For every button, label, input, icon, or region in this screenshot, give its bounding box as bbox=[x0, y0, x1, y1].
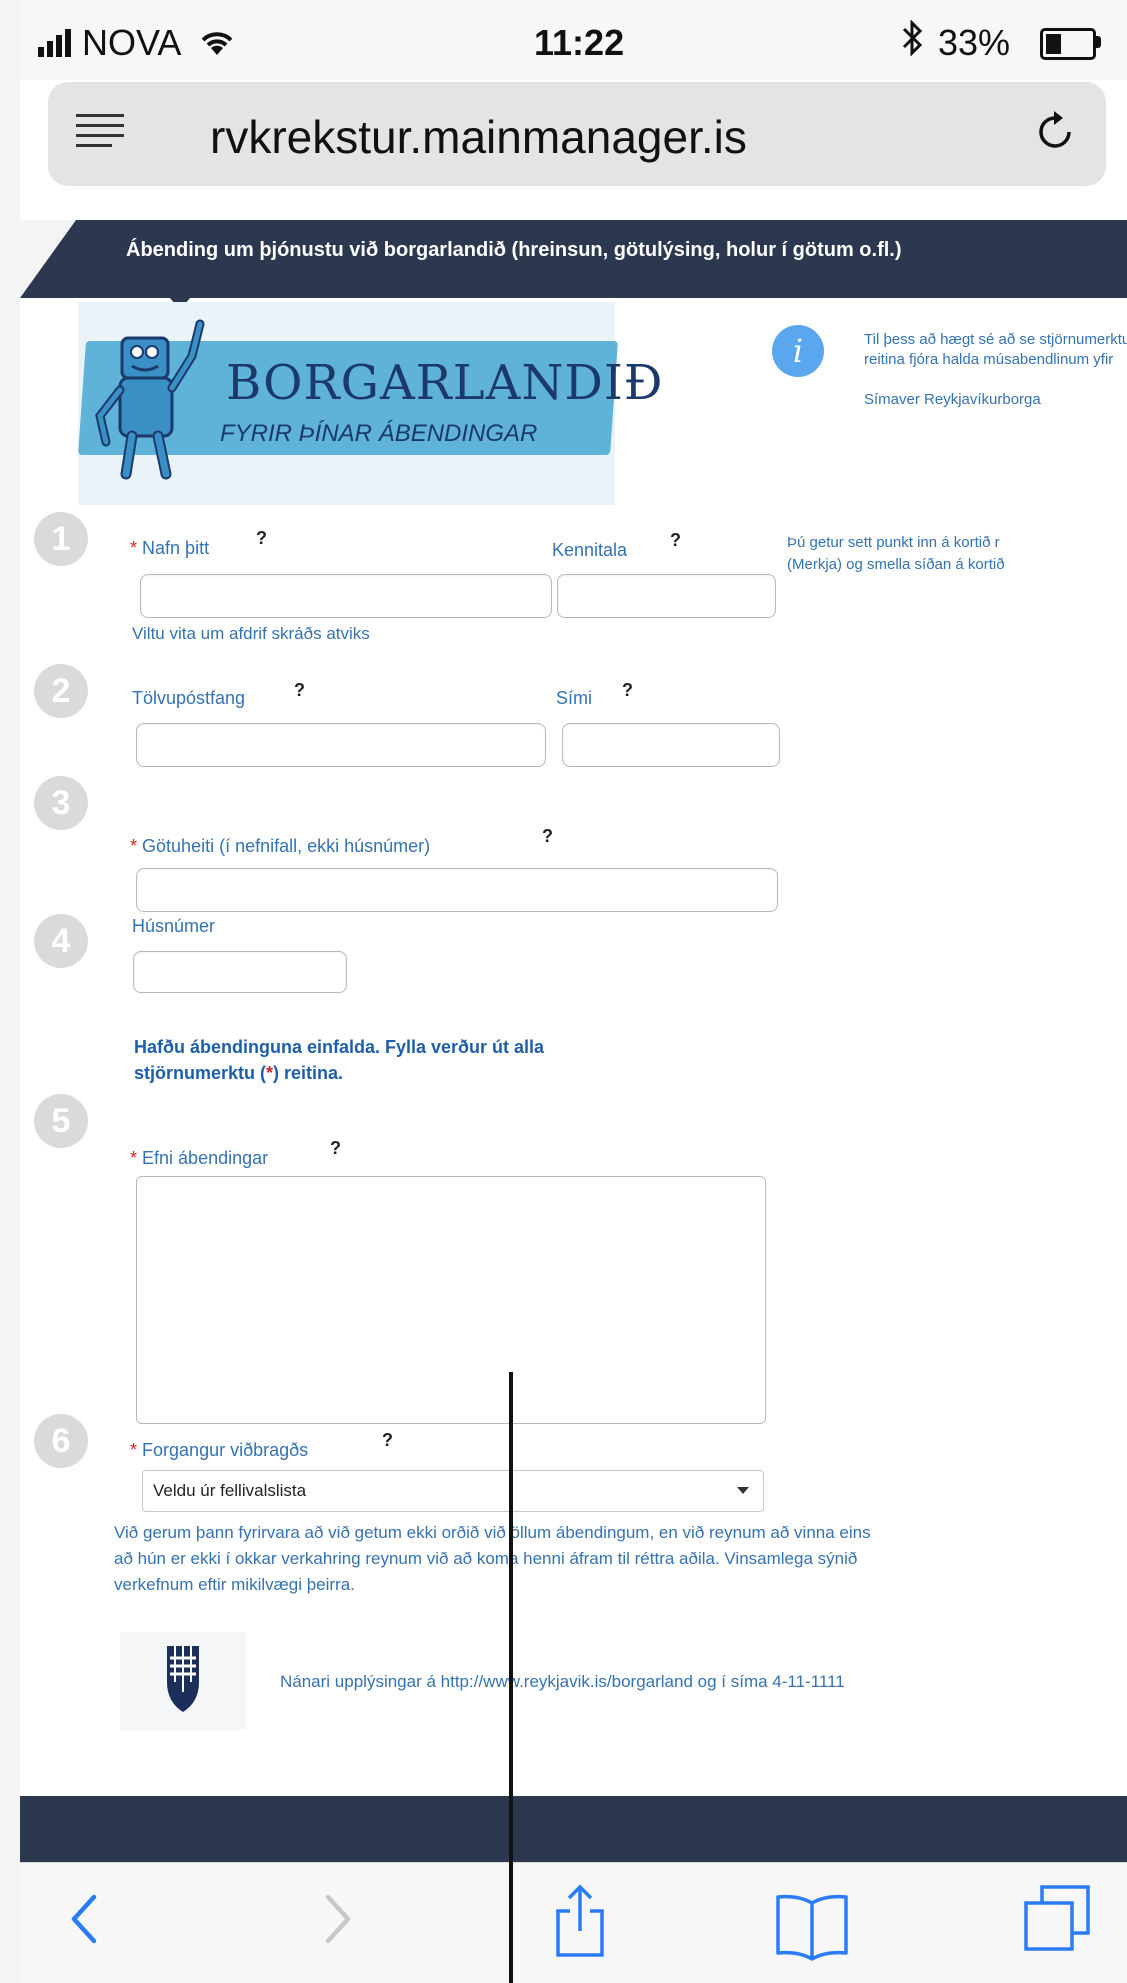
info-icon[interactable]: i bbox=[772, 325, 824, 377]
kennitala-help-icon[interactable]: ? bbox=[670, 530, 681, 551]
email-label: Tölvupóstfang bbox=[132, 688, 246, 708]
tabs-icon bbox=[1024, 1885, 1090, 1951]
step-2: 2 bbox=[34, 664, 88, 718]
share-icon bbox=[556, 1884, 604, 1957]
kennitala-input[interactable] bbox=[557, 574, 776, 618]
street-help-icon[interactable]: ? bbox=[542, 826, 553, 847]
email-help-icon[interactable]: ? bbox=[294, 680, 305, 701]
kennitala-label: Kennitala bbox=[552, 540, 628, 560]
info-footer: Símaver Reykjavíkurborga bbox=[864, 391, 1041, 408]
footer-bar bbox=[20, 1796, 1127, 1862]
phone-input[interactable] bbox=[562, 723, 780, 767]
email-input[interactable] bbox=[136, 723, 546, 767]
signal-icon bbox=[38, 29, 71, 57]
subject-help-icon[interactable]: ? bbox=[330, 1138, 341, 1159]
step-3: 3 bbox=[34, 776, 88, 830]
priority-selected: Veldu úr fellivalslista bbox=[153, 1481, 307, 1500]
step-6: 6 bbox=[34, 1414, 88, 1468]
footer-info[interactable]: Nánari upplýsingar á http://www.reykjavi… bbox=[280, 1672, 845, 1692]
bookmarks-button[interactable] bbox=[772, 1883, 852, 1963]
street-label: * Götuheiti (í nefnifall, ekki húsnúmer) bbox=[130, 836, 431, 856]
breadcrumb[interactable]: Ábending um þjónustu við borgarlandið (h… bbox=[126, 239, 902, 262]
reader-menu-icon[interactable] bbox=[76, 114, 124, 150]
street-input[interactable] bbox=[136, 868, 778, 912]
carrier-name: NOVA bbox=[82, 22, 180, 63]
name-help-icon[interactable]: ? bbox=[256, 528, 267, 549]
step-1: 1 bbox=[34, 512, 88, 566]
page: NOVA 11:22 33% rvkrekstur.mainmanager.is bbox=[20, 0, 1127, 1983]
phone-label: Sími bbox=[556, 688, 592, 708]
required-marker: * bbox=[130, 538, 138, 558]
house-number-label: Húsnúmer bbox=[132, 916, 216, 936]
browser-toolbar bbox=[20, 1862, 1127, 1983]
chevron-down-icon bbox=[737, 1487, 749, 1494]
battery-fill bbox=[1046, 34, 1061, 54]
wifi-icon bbox=[201, 32, 233, 55]
text-cursor bbox=[509, 1372, 513, 1983]
subject-label: * Efni ábendingar bbox=[130, 1148, 269, 1168]
priority-help-icon[interactable]: ? bbox=[382, 1430, 393, 1451]
map-hint: Þú getur sett punkt inn á kortið r (Merk… bbox=[787, 534, 1005, 573]
name-label: * Nafn þitt bbox=[130, 538, 210, 558]
name-input[interactable] bbox=[140, 574, 552, 618]
step-5: 5 bbox=[34, 1094, 88, 1148]
mascot-logo bbox=[95, 319, 205, 480]
bluetooth-icon bbox=[900, 19, 924, 65]
tabs-button[interactable] bbox=[1016, 1881, 1096, 1961]
track-case-link[interactable]: Viltu vita um afdrif skráðs atviks bbox=[132, 624, 370, 644]
share-button[interactable] bbox=[550, 1881, 610, 1961]
carrier: NOVA bbox=[38, 22, 237, 64]
priority-label: * Forgangur viðbragðs bbox=[130, 1440, 309, 1460]
logo-subtitle: FYRIR ÞÍNAR ÁBENDINGAR bbox=[220, 420, 538, 447]
priority-select[interactable]: Veldu úr fellivalslista bbox=[142, 1470, 764, 1512]
bookmarks-icon bbox=[776, 1894, 848, 1961]
info-body: Til þess að hægt sé að se stjörnumerktu … bbox=[864, 331, 1127, 368]
url-text[interactable]: rvkrekstur.mainmanager.is bbox=[210, 110, 747, 164]
battery-percent: 33% bbox=[938, 22, 1011, 63]
battery-tip bbox=[1096, 36, 1101, 48]
clock: 11:22 bbox=[534, 22, 625, 63]
back-icon bbox=[71, 1894, 97, 1944]
phone-help-icon[interactable]: ? bbox=[622, 680, 633, 701]
logo-title: BORGARLANDIÐ bbox=[226, 355, 664, 411]
city-crest-icon bbox=[167, 1646, 199, 1712]
reload-icon[interactable] bbox=[1036, 108, 1076, 164]
reykjavik-logo bbox=[120, 1632, 246, 1730]
forward-button[interactable] bbox=[316, 1879, 366, 1959]
status-bar: NOVA 11:22 33% bbox=[20, 0, 1127, 80]
back-button[interactable] bbox=[66, 1879, 116, 1959]
step-4: 4 bbox=[34, 914, 88, 968]
subject-textarea[interactable] bbox=[136, 1176, 766, 1424]
band-notch bbox=[20, 220, 76, 298]
house-number-input[interactable] bbox=[133, 951, 347, 993]
form-hint: Hafðu ábendinguna einfalda. Fylla verður… bbox=[134, 1037, 545, 1083]
info-text: Til þess að hægt sé að se stjörnumerktu … bbox=[864, 330, 1127, 410]
disclaimer: Við gerum þann fyrirvara að við getum ek… bbox=[114, 1523, 871, 1594]
forward-icon bbox=[325, 1894, 351, 1944]
